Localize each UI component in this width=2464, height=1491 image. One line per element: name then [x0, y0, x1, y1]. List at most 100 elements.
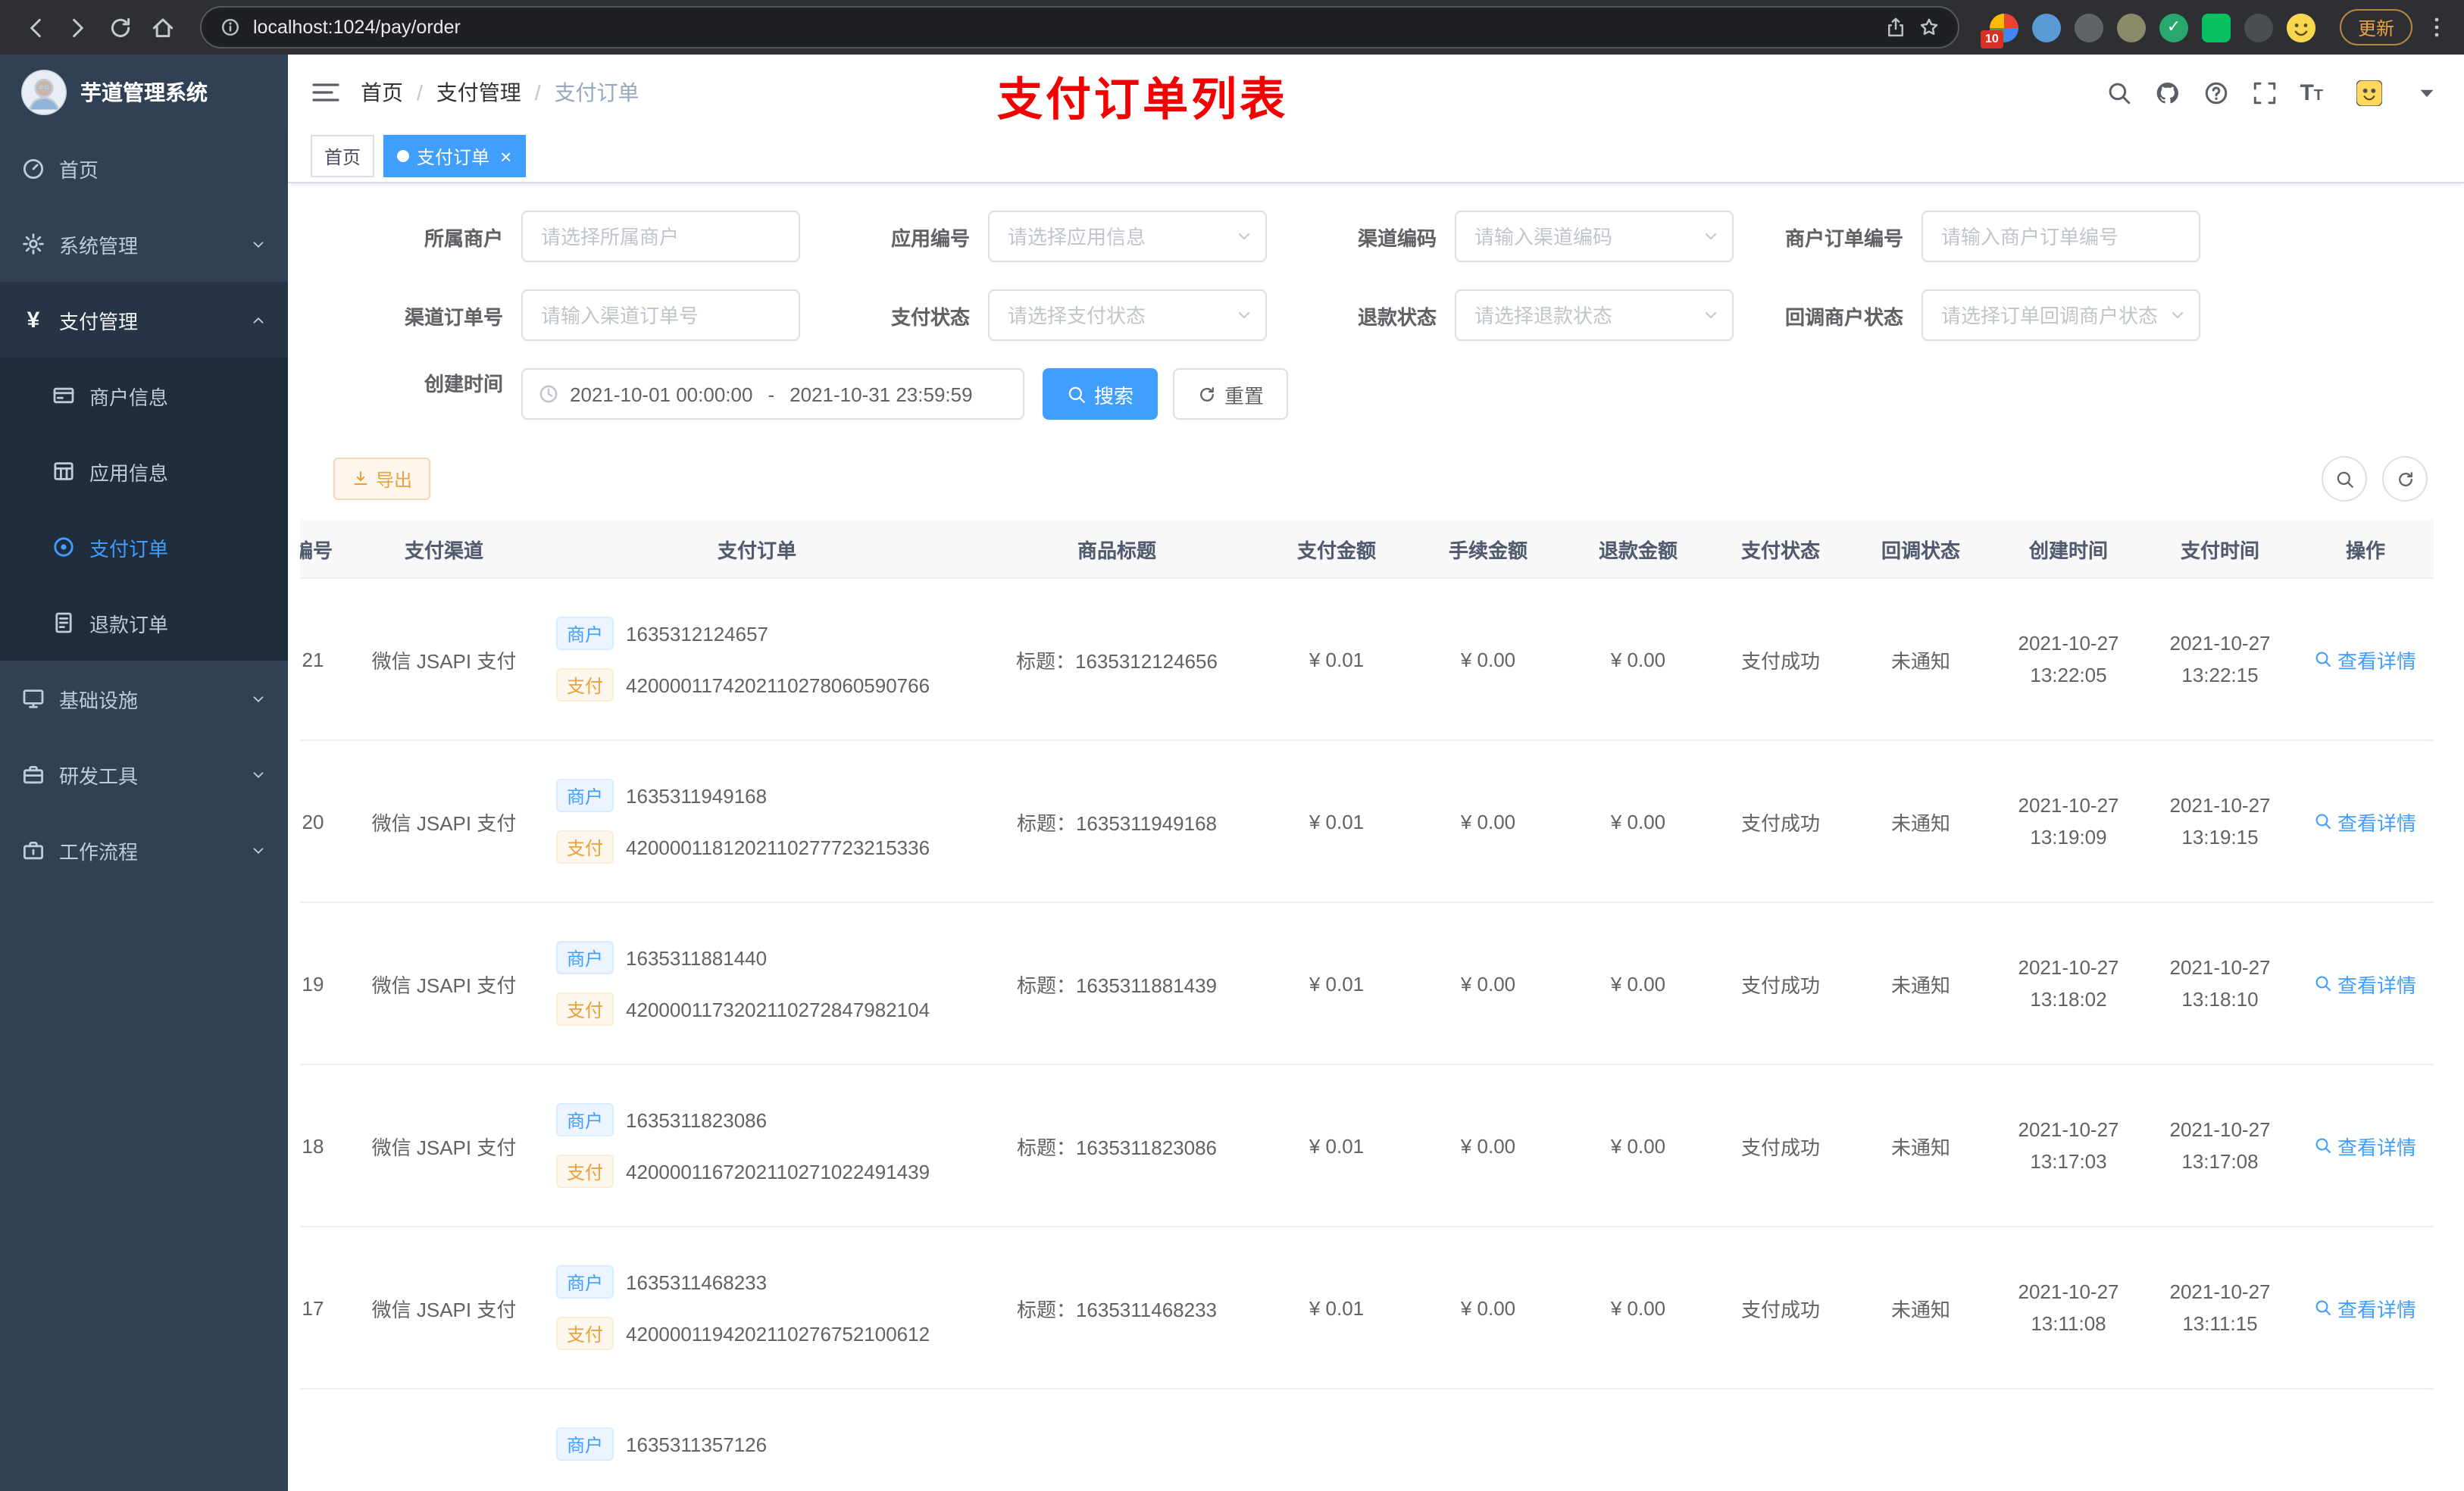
- export-button[interactable]: 导出: [333, 458, 431, 500]
- filter-field: 渠道编码: [1267, 211, 1734, 262]
- filter-select[interactable]: [988, 211, 1267, 262]
- filter-form: 所属商户 应用编号 渠道编码 商户订单编号 渠道订单号 支付状态 退款状态 回调商户状态 创…: [288, 183, 2464, 420]
- share-icon[interactable]: [1885, 17, 1906, 38]
- chrome-update-button[interactable]: 更新: [2339, 9, 2412, 45]
- sidebar-logo[interactable]: 芋道管理系统: [0, 55, 288, 130]
- filter-input-field[interactable]: [1456, 291, 1732, 339]
- filter-label: 所属商户: [424, 227, 503, 249]
- fullscreen-icon[interactable]: [2251, 80, 2277, 105]
- cell-paid-time: 2021-10-27 13:17:08: [2144, 1064, 2296, 1227]
- merchant-order-no: 1635311823086: [626, 1108, 768, 1131]
- view-detail-link[interactable]: 查看详情: [2315, 969, 2416, 998]
- extension-wechat-icon[interactable]: [2201, 13, 2231, 42]
- address-bar[interactable]: localhost:1024/pay/order: [200, 6, 1959, 48]
- filter-input[interactable]: [1921, 211, 2200, 262]
- sidebar-item[interactable]: 应用信息: [0, 433, 288, 509]
- extension-olive-circle-icon[interactable]: [2116, 13, 2146, 42]
- home-icon[interactable]: [142, 8, 182, 47]
- breadcrumb-item[interactable]: 首页: [361, 77, 403, 108]
- merchant-order-no: 1635312124657: [626, 622, 769, 645]
- sidebar-item[interactable]: 基础设施: [0, 661, 288, 736]
- table-row: 17 微信 JSAPI 支付 商户 1635311468233 支付 4200001194…: [300, 1227, 2434, 1389]
- cell-status: 支付成功: [1712, 1064, 1849, 1227]
- refresh-table-button[interactable]: [2382, 456, 2428, 502]
- merchant-icon: [52, 383, 76, 408]
- user-menu-caret-icon[interactable]: [2414, 80, 2440, 105]
- browser-chrome: localhost:1024/pay/order 10 ✓ 更新: [0, 0, 2464, 55]
- site-info-icon[interactable]: [220, 17, 241, 38]
- sidebar-item[interactable]: ¥ 支付管理: [0, 282, 288, 358]
- header-search-icon[interactable]: [2106, 80, 2131, 105]
- extension-profile-emoji-icon[interactable]: [2286, 13, 2315, 42]
- cell-id: 18: [300, 1064, 347, 1227]
- cell-status: 支付成功: [1712, 578, 1849, 741]
- cell-notify: 未通知: [1849, 1064, 1993, 1227]
- date-range-picker[interactable]: 2021-10-01 00:00:00 - 2021-10-31 23:59:5…: [521, 368, 1024, 420]
- merchant-order-no: 1635311357126: [626, 1433, 768, 1455]
- reset-button[interactable]: 重置: [1173, 368, 1289, 420]
- extension-dark-circle-icon[interactable]: [2074, 13, 2103, 42]
- filter-select[interactable]: [1921, 289, 2200, 341]
- sidebar-item-label: 首页: [59, 158, 99, 181]
- filter-input-field[interactable]: [523, 212, 799, 261]
- sidebar-item[interactable]: 支付订单: [0, 509, 288, 585]
- breadcrumb-item[interactable]: 支付管理: [436, 77, 521, 108]
- extension-blue-drop-icon[interactable]: [2031, 13, 2061, 42]
- filter-input-field[interactable]: [1923, 291, 2199, 339]
- sidebar-item[interactable]: 首页: [0, 130, 288, 206]
- filter-input[interactable]: [521, 211, 800, 262]
- cell-refund: ¥ 0.00: [1564, 740, 1712, 903]
- search-button[interactable]: 搜索: [1043, 368, 1159, 420]
- tab-active[interactable]: 支付订单 ×: [383, 135, 526, 177]
- filter-input-field[interactable]: [1923, 212, 2199, 261]
- help-icon[interactable]: [2203, 80, 2228, 105]
- cell-fee: ¥ 0.00: [1412, 1064, 1564, 1227]
- extension-google-apps-icon[interactable]: 10: [1980, 13, 2018, 48]
- date-end-value: 2021-10-31 23:59:59: [790, 383, 973, 405]
- tab-item[interactable]: 首页: [311, 135, 375, 177]
- merchant-tag: 商户: [556, 1265, 614, 1299]
- sidebar-item[interactable]: 商户信息: [0, 358, 288, 433]
- column-header: 支付渠道: [347, 520, 541, 579]
- view-detail-link[interactable]: 查看详情: [2315, 1293, 2416, 1322]
- pay-tag: 支付: [556, 668, 614, 702]
- filter-input-field[interactable]: [1456, 212, 1732, 261]
- channel-pay-no: 4200001174202110278060590766: [626, 674, 930, 696]
- table-row: 商户 1635311357126: [300, 1389, 2434, 1491]
- view-detail-link[interactable]: 查看详情: [2315, 1131, 2416, 1160]
- tab-close-icon[interactable]: ×: [500, 146, 511, 166]
- cell-channel: 微信 JSAPI 支付: [347, 1064, 541, 1227]
- filter-input-field[interactable]: [990, 291, 1265, 339]
- filter-input[interactable]: [521, 289, 800, 341]
- sidebar-item[interactable]: 研发工具: [0, 736, 288, 812]
- cell-created-time: 2021-10-27 13:11:08: [1993, 1227, 2144, 1389]
- view-detail-link[interactable]: 查看详情: [2315, 645, 2416, 674]
- extension-green-check-icon[interactable]: ✓: [2159, 13, 2188, 42]
- filter-select[interactable]: [1455, 289, 1734, 341]
- cell-refund: ¥ 0.00: [1564, 1064, 1712, 1227]
- filter-select[interactable]: [1455, 211, 1734, 262]
- extension-dark-pin-icon[interactable]: [2244, 13, 2273, 42]
- sidebar-item[interactable]: 工作流程: [0, 812, 288, 888]
- github-icon[interactable]: [2154, 80, 2180, 105]
- view-detail-link[interactable]: 查看详情: [2315, 807, 2416, 836]
- cell-title: [973, 1389, 1261, 1491]
- url-text[interactable]: localhost:1024/pay/order: [253, 17, 1873, 38]
- forward-icon[interactable]: [58, 8, 97, 47]
- browser-menu-icon[interactable]: [2425, 15, 2449, 39]
- filter-input-field[interactable]: [990, 212, 1265, 261]
- filter-select[interactable]: [988, 289, 1267, 341]
- reload-icon[interactable]: [100, 8, 139, 47]
- hamburger-icon[interactable]: [312, 79, 339, 106]
- back-icon[interactable]: [15, 8, 55, 47]
- sidebar-item[interactable]: 退款订单: [0, 585, 288, 661]
- user-avatar[interactable]: [2346, 70, 2391, 115]
- sidebar-item[interactable]: 系统管理: [0, 206, 288, 282]
- cell-refund: ¥ 0.00: [1564, 578, 1712, 741]
- cell-created-time: 2021-10-27 13:19:09: [1993, 740, 2144, 903]
- bookmark-star-icon[interactable]: [1918, 17, 1940, 38]
- toggle-search-button[interactable]: [2322, 456, 2367, 502]
- filter-input-field[interactable]: [523, 291, 799, 339]
- channel-pay-no: 4200001181202110277723215336: [626, 836, 930, 858]
- font-size-icon[interactable]: TT: [2300, 80, 2323, 105]
